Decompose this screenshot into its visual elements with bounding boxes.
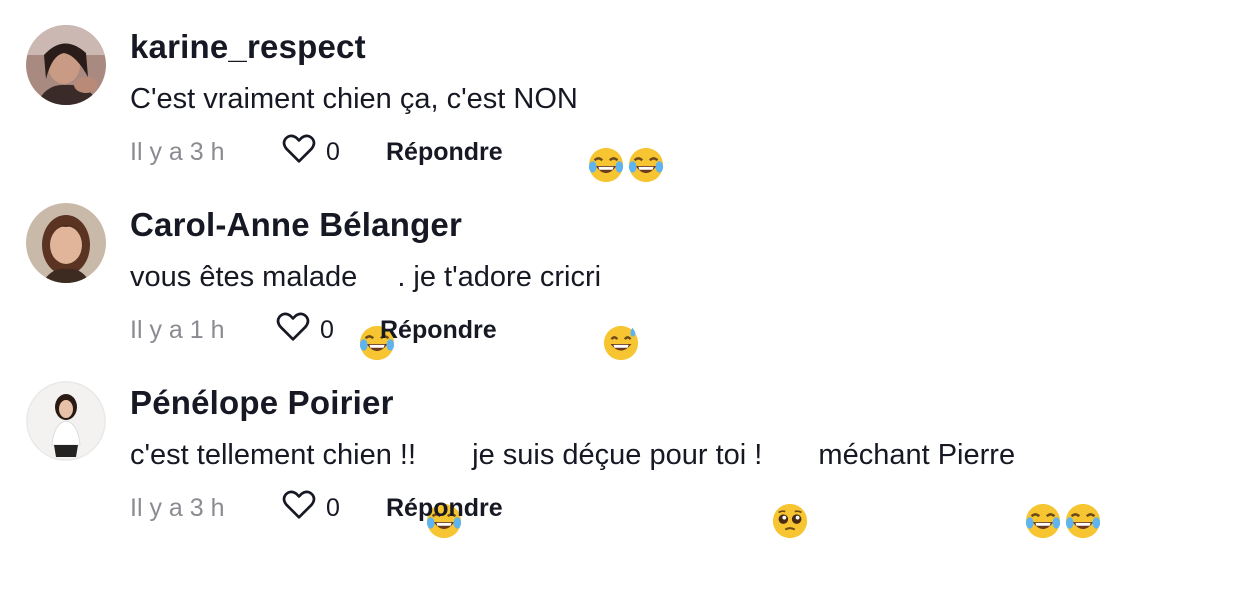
comment-text-part: vous êtes malade xyxy=(130,260,358,293)
comment-item: karine_respect C'est vraiment chien ça, … xyxy=(0,0,1240,183)
like-button[interactable]: 0 xyxy=(280,486,382,531)
comment-text-part: méchant Pierre xyxy=(810,438,1024,471)
timestamp: Il y a 3 h xyxy=(130,493,225,522)
comment-text-part: je suis déçue pour toi ! xyxy=(464,438,771,471)
comment-meta: Il y a 3 h 0 Répondre xyxy=(130,134,503,170)
like-button[interactable]: 0 xyxy=(280,130,382,175)
face-with-tears-of-joy-icon xyxy=(1024,436,1062,539)
like-count: 0 xyxy=(326,137,340,166)
like-count: 0 xyxy=(320,315,334,344)
timestamp: Il y a 1 h xyxy=(130,315,225,344)
face-with-tears-of-joy-icon xyxy=(1064,436,1102,539)
comment-text: vous êtes malade . je t'adore cricri xyxy=(130,258,641,361)
heart-icon[interactable] xyxy=(274,308,312,353)
comment-text: C'est vraiment chien ça, c'est NON xyxy=(130,80,666,183)
comment-text: c'est tellement chien !! je suis déçue p… xyxy=(130,436,1103,539)
avatar[interactable] xyxy=(26,203,106,283)
grinning-face-with-sweat-icon xyxy=(602,258,640,361)
face-with-tears-of-joy-icon xyxy=(425,436,463,539)
like-button[interactable]: 0 xyxy=(274,308,376,353)
avatar[interactable] xyxy=(26,381,106,461)
comment-text-part: C'est vraiment chien ça, c'est NON xyxy=(130,82,586,115)
username[interactable]: karine_respect xyxy=(130,28,366,66)
reply-button[interactable]: Répondre xyxy=(386,138,503,167)
avatar[interactable] xyxy=(26,25,106,105)
comment-item: Pénélope Poirier c'est tellement chien !… xyxy=(0,356,1240,539)
face-with-tears-of-joy-icon xyxy=(358,258,396,361)
comment-item: Carol-Anne Bélanger vous êtes malade . j… xyxy=(0,178,1240,361)
comment-meta: Il y a 3 h 0 Répondre xyxy=(130,490,503,526)
face-with-tears-of-joy-icon xyxy=(587,80,625,183)
heart-icon[interactable] xyxy=(280,130,318,175)
face-with-tears-of-joy-icon xyxy=(627,80,665,183)
heart-icon[interactable] xyxy=(280,486,318,531)
like-count: 0 xyxy=(326,493,340,522)
pleading-face-icon xyxy=(771,436,809,539)
username[interactable]: Carol-Anne Bélanger xyxy=(130,206,462,244)
username[interactable]: Pénélope Poirier xyxy=(130,384,394,422)
reply-button[interactable]: Répondre xyxy=(386,494,503,523)
reply-button[interactable]: Répondre xyxy=(380,316,497,345)
comment-text-part: . je t'adore cricri xyxy=(397,260,602,293)
comment-meta: Il y a 1 h 0 Répondre xyxy=(130,312,497,348)
timestamp: Il y a 3 h xyxy=(130,137,225,166)
comment-text-part: c'est tellement chien !! xyxy=(130,438,425,471)
